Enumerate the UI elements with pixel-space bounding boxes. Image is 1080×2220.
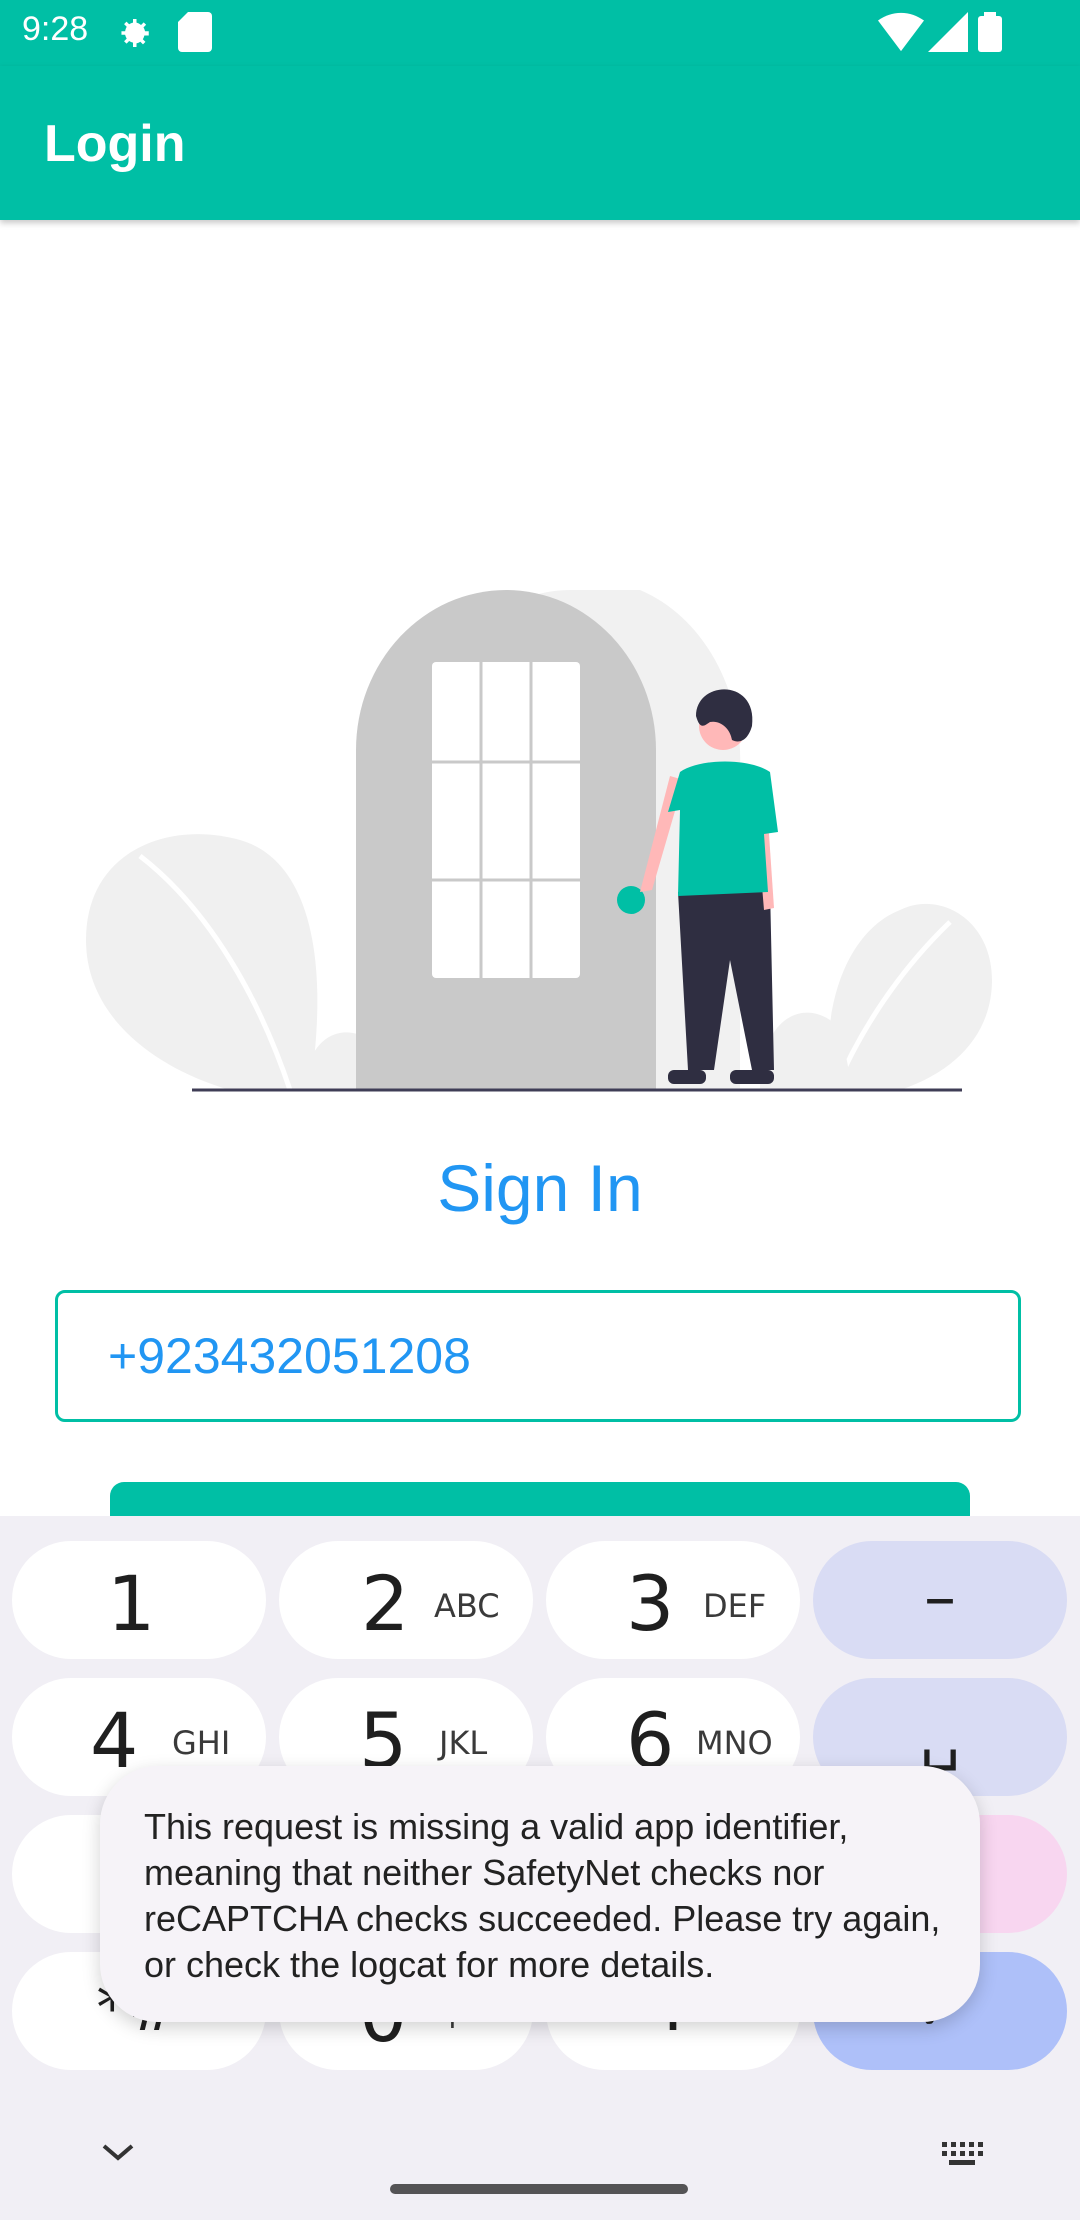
status-bar: 9:28 [0, 0, 1080, 66]
app-bar: Login [0, 66, 1080, 220]
phone-field[interactable] [55, 1290, 1021, 1422]
key-2[interactable]: 2 ABC [279, 1541, 533, 1659]
wifi-icon [878, 12, 924, 57]
toast-message: This request is missing a valid app iden… [144, 1806, 941, 1985]
error-toast: This request is missing a valid app iden… [100, 1766, 980, 2022]
keyboard-icon[interactable] [940, 2140, 984, 2173]
status-time: 9:28 [22, 10, 89, 48]
signal-icon [928, 12, 968, 57]
key-1[interactable]: 1 [12, 1541, 266, 1659]
home-indicator[interactable] [390, 2184, 688, 2194]
sd-card-icon [178, 12, 212, 57]
phone-input[interactable] [108, 1293, 968, 1419]
page-title: Login [44, 115, 186, 173]
login-illustration [80, 540, 1000, 1105]
sign-in-heading: Sign In [437, 1151, 643, 1225]
key-dash[interactable]: – [813, 1541, 1067, 1659]
chevron-down-icon[interactable] [98, 2140, 138, 2169]
battery-icon [978, 12, 1002, 57]
settings-icon [112, 12, 154, 59]
key-3[interactable]: 3 DEF [546, 1541, 800, 1659]
